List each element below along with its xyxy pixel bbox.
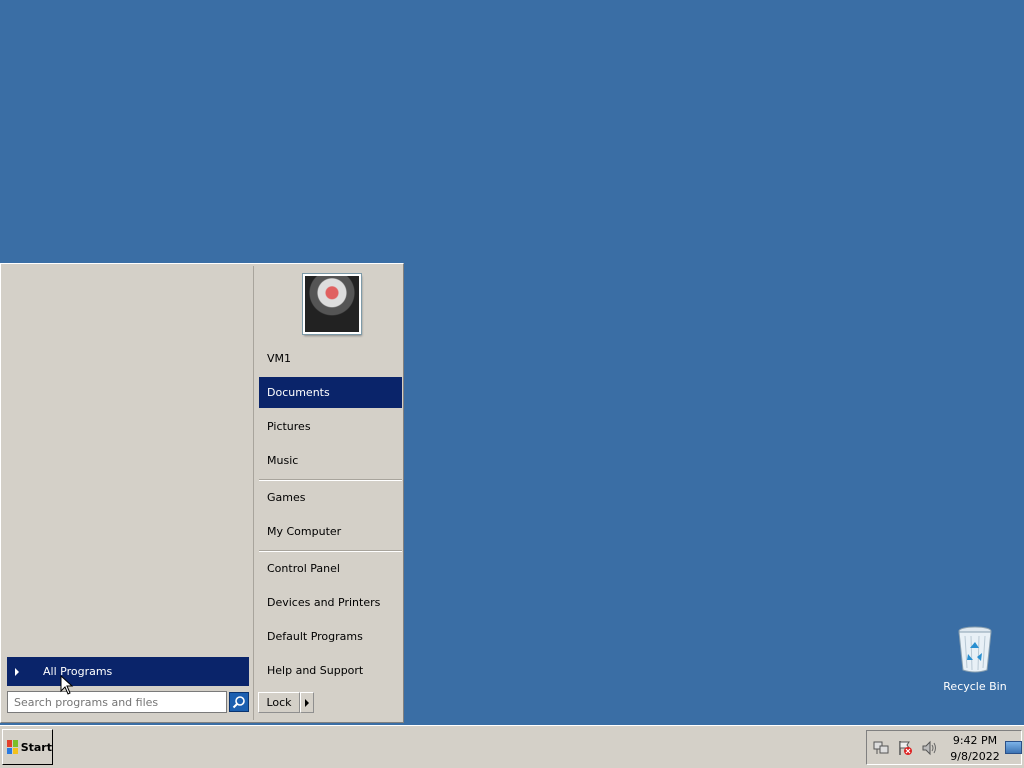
windows-logo-icon <box>7 740 18 754</box>
taskbar: Start 9:42 PM 9/8/2022 <box>0 725 1024 768</box>
network-icon[interactable] <box>873 740 889 756</box>
my-computer-label: My Computer <box>267 525 342 538</box>
menu-separator <box>259 479 402 481</box>
user-folder-item[interactable]: VM1 <box>259 343 402 374</box>
control-panel-label: Control Panel <box>267 562 340 575</box>
documents-label: Documents <box>267 386 330 399</box>
user-name-label: VM1 <box>267 352 292 365</box>
lock-label: Lock <box>266 696 292 709</box>
clock-time[interactable]: 9:42 PM <box>951 734 999 747</box>
menu-separator <box>259 550 402 552</box>
pictures-item[interactable]: Pictures <box>259 411 402 442</box>
places-pane: VM1 Documents Pictures Music Games My Co… <box>255 266 402 686</box>
programs-pane <box>3 266 254 720</box>
recycle-bin-label: Recycle Bin <box>943 680 1007 693</box>
devices-and-printers-label: Devices and Printers <box>267 596 381 609</box>
volume-icon[interactable] <box>921 740 937 756</box>
clock-date[interactable]: 9/8/2022 <box>947 750 1003 763</box>
arrow-right-icon <box>15 667 19 676</box>
start-menu: All Programs VM1 Documents Pictures Musi… <box>0 263 404 723</box>
default-programs-label: Default Programs <box>267 630 363 643</box>
games-item[interactable]: Games <box>259 482 402 513</box>
user-avatar[interactable] <box>303 274 361 334</box>
devices-and-printers-item[interactable]: Devices and Printers <box>259 587 402 618</box>
all-programs-label: All Programs <box>43 665 113 678</box>
music-item[interactable]: Music <box>259 445 402 476</box>
start-label: Start <box>20 740 52 754</box>
my-computer-item[interactable]: My Computer <box>259 516 402 547</box>
search-button[interactable] <box>229 692 249 712</box>
search-icon <box>232 696 245 709</box>
shutdown-options-button[interactable] <box>300 692 314 713</box>
documents-item[interactable]: Documents <box>259 377 402 408</box>
default-programs-item[interactable]: Default Programs <box>259 621 402 652</box>
all-programs-button[interactable]: All Programs <box>7 657 249 686</box>
start-button[interactable]: Start <box>2 729 53 765</box>
recycle-bin-desktop-icon[interactable]: Recycle Bin <box>940 624 1010 693</box>
mouse-cursor-icon <box>60 675 74 695</box>
lock-button[interactable]: Lock <box>258 692 300 713</box>
games-label: Games <box>267 491 306 504</box>
search-input[interactable] <box>7 691 227 713</box>
recycle-bin-icon <box>958 626 992 673</box>
control-panel-item[interactable]: Control Panel <box>259 553 402 584</box>
arrow-right-icon <box>305 698 309 707</box>
help-and-support-label: Help and Support <box>267 664 364 677</box>
show-desktop-button[interactable] <box>1005 741 1022 754</box>
pictures-label: Pictures <box>267 420 311 433</box>
help-and-support-item[interactable]: Help and Support <box>259 655 402 686</box>
action-center-flag-icon[interactable] <box>897 740 913 756</box>
system-tray: 9:42 PM 9/8/2022 <box>866 730 1022 765</box>
music-label: Music <box>267 454 299 467</box>
